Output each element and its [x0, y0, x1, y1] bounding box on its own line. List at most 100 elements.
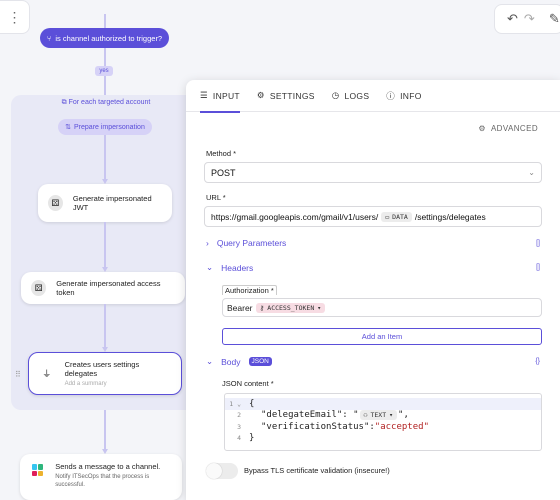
- code-text: ",: [398, 410, 409, 421]
- code-text: "verificationStatus":: [261, 421, 375, 432]
- line-number: 3: [237, 422, 241, 431]
- json-content-label: JSON content *: [222, 379, 274, 388]
- code-text: }: [249, 433, 255, 444]
- connector: [104, 222, 106, 267]
- tab-label: LOGS: [344, 90, 370, 101]
- advanced-button[interactable]: ⚙ ADVANCED: [478, 124, 538, 133]
- user-icon: ⚇: [363, 411, 368, 420]
- magic-wand-icon[interactable]: ✎: [549, 11, 560, 27]
- menu-button[interactable]: ⋮: [0, 0, 30, 34]
- node-description: Notify ITSecOps that the process is succ…: [55, 474, 150, 488]
- auth-prefix: Bearer: [227, 302, 253, 313]
- method-value: POST: [211, 167, 236, 178]
- tab-info[interactable]: ⓘ INFO: [386, 80, 421, 112]
- authorization-input[interactable]: Bearer ⚷ ACCESS_TOKEN ▾: [222, 298, 542, 317]
- add-item-button[interactable]: Add an Item: [222, 328, 542, 345]
- headers-section[interactable]: ⌄ Headers []: [206, 262, 540, 273]
- section-type: []: [536, 264, 540, 271]
- create-delegates-node[interactable]: ⏚ Creates users settings delegates Add a…: [28, 352, 182, 395]
- url-suffix: /settings/delegates: [414, 211, 486, 222]
- url-prefix: https://gmail.googleapis.com/gmail/v1/us…: [211, 211, 379, 222]
- history-controls: ↶ ↷ ✎: [494, 4, 560, 34]
- node-label: Generate impersonated access token: [56, 279, 161, 297]
- toggle-knob: [206, 463, 222, 479]
- branch-icon: ⑂: [46, 33, 52, 43]
- generate-access-token-node[interactable]: ⚄ Generate impersonated access token: [21, 272, 185, 304]
- node-label: Creates users settings delegates: [64, 360, 140, 378]
- data-variable-chip[interactable]: ▭ DATA: [381, 211, 412, 222]
- chevron-down-icon: ⌄: [528, 168, 535, 177]
- authorization-label: Authorization *: [222, 285, 277, 295]
- connector: [104, 76, 106, 95]
- chip-label: DATA: [392, 212, 408, 221]
- prepare-label: Prepare impersonation: [74, 123, 145, 131]
- condition-node[interactable]: ⑂ is channel authorized to trigger?: [40, 28, 169, 48]
- connector: [104, 410, 106, 449]
- section-type: []: [536, 239, 540, 247]
- tab-settings[interactable]: ⚙ SETTINGS: [257, 80, 315, 112]
- tab-label: SETTINGS: [269, 90, 315, 101]
- access-token-chip[interactable]: ⚷ ACCESS_TOKEN ▾: [255, 302, 326, 313]
- chevron-down-icon: ⌄: [206, 356, 214, 366]
- chevron-down-icon: ▾: [317, 303, 322, 312]
- section-label: Body: [221, 356, 241, 367]
- more-vertical-icon: ⋮: [7, 8, 22, 25]
- sync-icon: ⇅: [65, 124, 72, 131]
- condition-label: is channel authorized to trigger?: [55, 33, 163, 43]
- add-summary-link[interactable]: Add a summary: [65, 381, 171, 387]
- code-line: 3 "verificationStatus": "accepted": [225, 421, 541, 433]
- advanced-label: ADVANCED: [490, 124, 538, 133]
- url-input[interactable]: https://gmail.googleapis.com/gmail/v1/us…: [204, 206, 542, 227]
- send-message-node[interactable]: Sends a message to a channel. Notify ITS…: [20, 454, 182, 500]
- panel-tabs: ☰ INPUT ⚙ SETTINGS ◷ LOGS ⓘ INFO: [186, 80, 560, 113]
- connector: [104, 135, 106, 179]
- code-line: 4 }: [225, 433, 541, 445]
- node-label: Generate impersonated JWT: [72, 194, 152, 212]
- text-variable-chip[interactable]: ⚇ TEXT ▾: [359, 410, 398, 421]
- method-label: Method *: [206, 149, 237, 158]
- loop-title: ⧉ For each targeted account: [11, 99, 201, 107]
- chip-label: TEXT: [370, 411, 387, 420]
- method-select[interactable]: POST ⌄: [204, 162, 542, 183]
- info-icon: ⓘ: [386, 90, 396, 101]
- code-string: "accepted": [374, 421, 429, 432]
- code-text: "delegateEmail": ": [261, 410, 359, 421]
- chevron-right-icon: ›: [206, 238, 209, 248]
- node-config-panel: ☰ INPUT ⚙ SETTINGS ◷ LOGS ⓘ INFO ⚙ ADVAN…: [186, 80, 560, 500]
- tab-label: INPUT: [212, 90, 240, 101]
- tab-input[interactable]: ☰ INPUT: [200, 80, 240, 113]
- chip-label: ACCESS_TOKEN: [267, 303, 315, 312]
- connector: [104, 48, 106, 66]
- key-icon: ⚷: [259, 303, 265, 312]
- prepare-impersonation-node[interactable]: ⇅ Prepare impersonation: [58, 119, 152, 135]
- connector: [104, 304, 106, 347]
- url-label: URL *: [206, 193, 226, 202]
- undo-icon[interactable]: ↶: [507, 11, 518, 27]
- chevron-down-icon: ⌄: [206, 262, 214, 272]
- tab-logs[interactable]: ◷ LOGS: [332, 80, 370, 112]
- dice-icon: ⚄: [31, 280, 47, 296]
- http-icon: ⏚: [39, 365, 55, 382]
- code-text: {: [249, 398, 255, 409]
- dice-icon: ⚄: [48, 195, 63, 211]
- query-params-section[interactable]: › Query Parameters []: [206, 238, 540, 248]
- list-icon: ☰: [200, 90, 208, 100]
- json-editor[interactable]: 1 ⌄ { 2 "delegateEmail": " ⚇ TEXT ▾ ", 3…: [224, 393, 542, 451]
- tls-label: Bypass TLS certificate validation (insec…: [244, 466, 390, 475]
- line-number: 1 ⌄: [229, 399, 241, 408]
- section-label: Headers: [221, 262, 254, 273]
- drag-handle-icon[interactable]: ⠿: [15, 370, 21, 379]
- body-section[interactable]: ⌄ Body JSON {}: [206, 356, 540, 367]
- gear-icon: ⚙: [256, 90, 265, 100]
- json-badge: JSON: [248, 357, 272, 366]
- chevron-down-icon: ▾: [389, 411, 394, 420]
- tab-label: INFO: [400, 90, 422, 101]
- node-label: Sends a message to a channel.: [55, 462, 161, 471]
- generate-jwt-node[interactable]: ⚄ Generate impersonated JWT: [38, 184, 172, 222]
- connector: [104, 14, 106, 28]
- redo-icon[interactable]: ↷: [524, 11, 535, 27]
- loop-icon: ⧉: [61, 99, 67, 106]
- line-number: 4: [237, 434, 241, 443]
- slack-icon: [30, 462, 46, 478]
- folder-icon: ▭: [385, 212, 390, 221]
